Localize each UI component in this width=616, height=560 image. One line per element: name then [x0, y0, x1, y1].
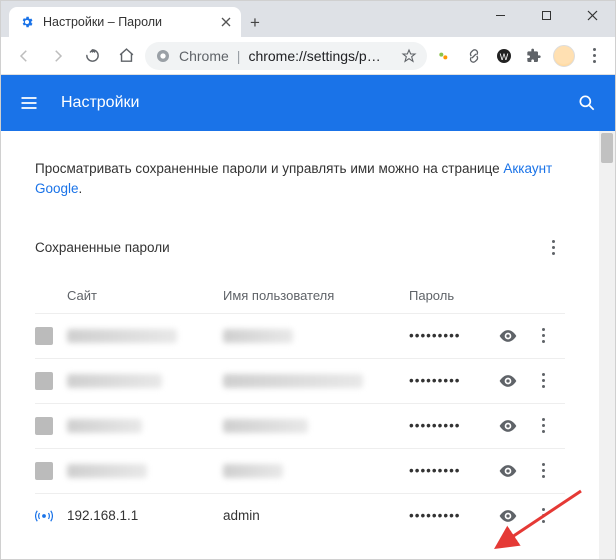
- saved-passwords-heading: Сохраненные пароли: [35, 240, 170, 255]
- address-bar[interactable]: Chrome | chrome://settings/p…: [145, 42, 427, 70]
- settings-title: Настройки: [61, 94, 139, 112]
- password-mask: •••••••••: [409, 418, 485, 433]
- site-cell[interactable]: 192.168.1.1: [67, 508, 217, 523]
- site-favicon: [35, 462, 53, 480]
- window-close-button[interactable]: [569, 1, 615, 29]
- nav-home-button[interactable]: [111, 41, 141, 71]
- bookmark-star-icon[interactable]: [401, 48, 417, 64]
- password-mask: •••••••••: [409, 328, 485, 343]
- password-mask: •••••••••: [409, 463, 485, 478]
- table-row: •••••••••: [35, 403, 565, 448]
- user-cell: [223, 374, 363, 388]
- settings-search-button[interactable]: [577, 93, 597, 113]
- menu-icon[interactable]: [19, 93, 39, 113]
- chrome-icon: [155, 48, 171, 64]
- window-maximize-button[interactable]: [523, 1, 569, 29]
- account-hint-text: Просматривать сохраненные пароли и управ…: [35, 159, 565, 200]
- table-row: 192.168.1.1 admin •••••••••: [35, 493, 565, 538]
- svg-text:W: W: [500, 52, 509, 62]
- hint-post: .: [79, 181, 83, 196]
- row-more-button[interactable]: [531, 414, 555, 438]
- site-favicon: [35, 417, 53, 435]
- profile-avatar[interactable]: [551, 43, 577, 69]
- extensions-puzzle-icon[interactable]: [521, 43, 547, 69]
- section-more-button[interactable]: [541, 236, 565, 260]
- table-header-row: Сайт Имя пользователя Пароль: [35, 278, 565, 313]
- extension-icon[interactable]: [431, 43, 457, 69]
- row-more-button[interactable]: [531, 459, 555, 483]
- site-favicon: [35, 507, 53, 525]
- new-tab-button[interactable]: +: [241, 9, 269, 37]
- url-path: chrome://settings/p…: [248, 48, 380, 64]
- site-cell[interactable]: [67, 419, 142, 433]
- user-cell: [223, 329, 293, 343]
- table-row: •••••••••: [35, 448, 565, 493]
- user-cell: [223, 464, 283, 478]
- table-row: •••••••••: [35, 358, 565, 403]
- passwords-table: Сайт Имя пользователя Пароль ••••••••• •…: [35, 278, 565, 538]
- scrollbar-thumb[interactable]: [601, 133, 613, 163]
- browser-tab[interactable]: Настройки – Пароли: [9, 7, 241, 37]
- show-password-icon[interactable]: [491, 461, 525, 481]
- site-cell[interactable]: [67, 464, 147, 478]
- browser-menu-button[interactable]: [581, 43, 607, 69]
- show-password-icon[interactable]: [491, 506, 525, 526]
- nav-reload-button[interactable]: [77, 41, 107, 71]
- col-user: Имя пользователя: [223, 288, 403, 303]
- tab-title: Настройки – Пароли: [43, 15, 162, 29]
- user-cell: [223, 419, 308, 433]
- nav-forward-button[interactable]: [43, 41, 73, 71]
- window-minimize-button[interactable]: [477, 1, 523, 29]
- tab-close-button[interactable]: [221, 17, 231, 27]
- show-password-icon[interactable]: [491, 371, 525, 391]
- site-favicon: [35, 327, 53, 345]
- row-more-button[interactable]: [531, 324, 555, 348]
- settings-content: Просматривать сохраненные пароли и управ…: [1, 131, 599, 559]
- table-row: •••••••••: [35, 313, 565, 358]
- row-more-button[interactable]: [531, 369, 555, 393]
- site-cell[interactable]: [67, 329, 177, 343]
- link-icon[interactable]: [461, 43, 487, 69]
- user-cell: admin: [223, 508, 403, 523]
- col-pass: Пароль: [409, 288, 485, 303]
- browser-toolbar: Chrome | chrome://settings/p… W: [1, 37, 615, 75]
- password-mask: •••••••••: [409, 508, 485, 523]
- site-cell[interactable]: [67, 374, 162, 388]
- show-password-icon[interactable]: [491, 416, 525, 436]
- scrollbar-track[interactable]: [599, 131, 615, 559]
- row-more-button[interactable]: [531, 504, 555, 528]
- nav-back-button[interactable]: [9, 41, 39, 71]
- col-site: Сайт: [67, 288, 217, 303]
- url-host: Chrome: [179, 48, 229, 64]
- hint-pre: Просматривать сохраненные пароли и управ…: [35, 161, 503, 176]
- extension-circle-icon[interactable]: W: [491, 43, 517, 69]
- show-password-icon[interactable]: [491, 326, 525, 346]
- gear-icon: [19, 14, 35, 30]
- settings-header: Настройки: [1, 75, 615, 131]
- site-favicon: [35, 372, 53, 390]
- password-mask: •••••••••: [409, 373, 485, 388]
